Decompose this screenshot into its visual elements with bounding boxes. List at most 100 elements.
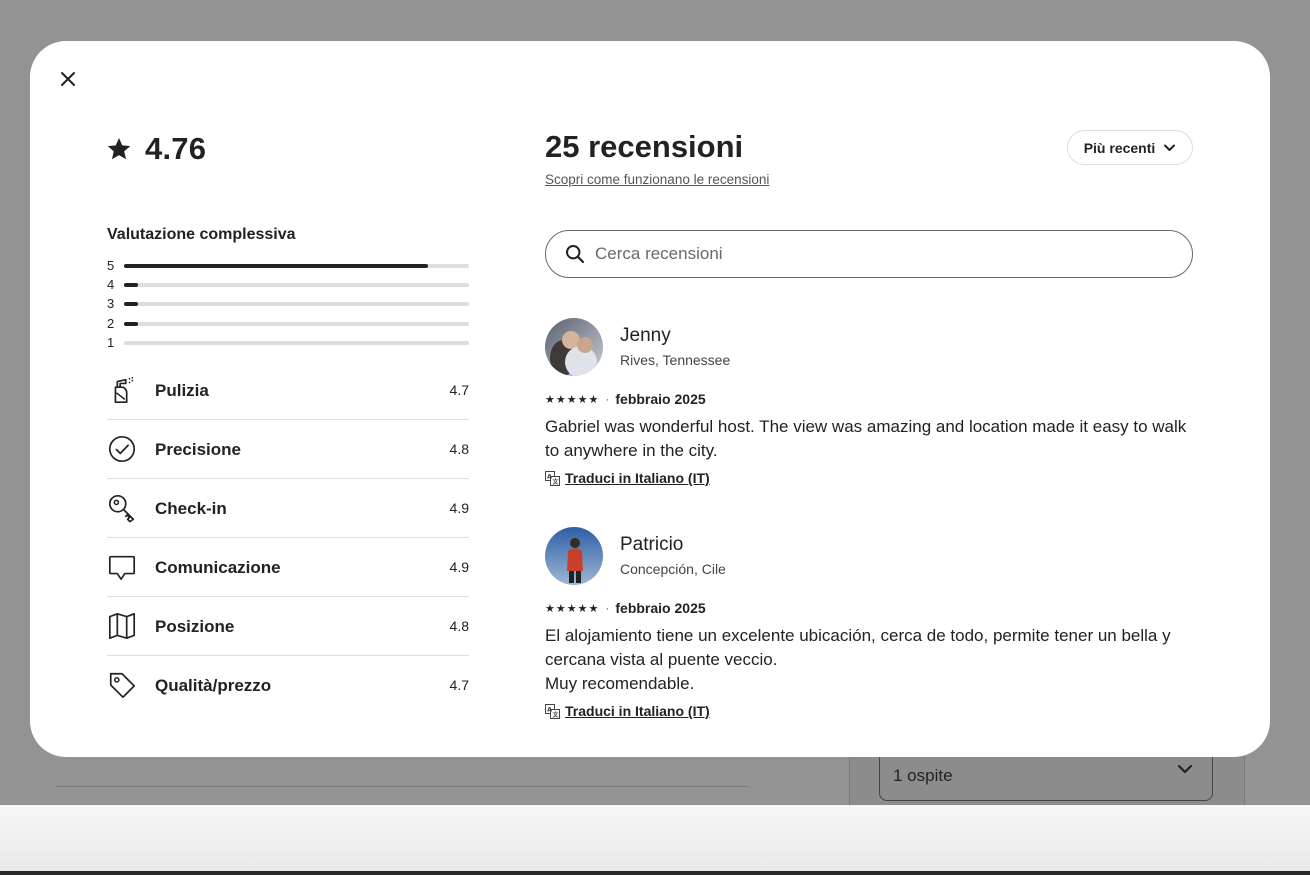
svg-text:文: 文 [552,710,560,718]
close-icon [61,72,75,86]
svg-text:A: A [547,472,552,480]
reviews-count-title: 25 recensioni [545,129,744,164]
translate-icon: A 文 [545,703,560,719]
chat-bubble-icon [107,552,137,582]
category-ratings: Pulizia 4.7 Precisione 4.8 Check-in 4.9 Comuni… [107,361,469,714]
category-value: 4.7 [449,677,469,693]
distribution-star-label: 2 [107,315,115,331]
reviewer-name: Patricio [620,534,684,555]
search-reviews-box[interactable] [545,230,1193,278]
category-label: Pulizia [155,381,209,400]
search-icon [566,245,585,264]
chevron-down-icon [1164,144,1176,151]
svg-text:A: A [547,705,552,713]
translate-button[interactable]: A 文 Traduci in Italiano (IT) [545,703,710,719]
translate-button[interactable]: A 文 Traduci in Italiano (IT) [545,470,710,486]
reviewer-name: Jenny [620,325,671,346]
chevron-down-icon [1176,760,1194,783]
distribution-track [124,321,469,326]
overall-rating-value: 4.76 [145,131,207,166]
translate-icon: A 文 [545,470,560,486]
category-row: Posizione 4.8 [107,597,469,656]
review-stars: ★ ★ ★ ★ ★ [545,393,599,406]
separator-dot: · [605,392,610,406]
sort-label: Più recenti [1083,139,1156,156]
distribution-fill [124,321,138,326]
avatar[interactable] [545,527,603,585]
translate-label: Traduci in Italiano (IT) [565,703,710,719]
review-date: febbraio 2025 [615,600,706,616]
star-icon: ★ [545,602,555,615]
map-icon [107,611,137,641]
distribution-star-label: 4 [107,277,115,293]
review-text: Gabriel was wonderful host. The view was… [545,417,1187,460]
distribution-row: 5 [107,258,469,277]
rating-distribution: 5 4 3 2 1 [107,258,469,354]
category-row: Comunicazione 4.9 [107,538,469,597]
distribution-row: 4 [107,277,469,296]
star-icon [107,137,131,160]
star-icon: ★ [588,393,599,406]
svg-text:文: 文 [552,477,560,485]
overall-rating-header: 4.76 [106,131,206,167]
browser-bottom-bar [0,805,1310,871]
category-row: Precisione 4.8 [107,420,469,479]
section-divider [56,786,749,787]
search-reviews-input[interactable] [595,244,1135,264]
distribution-row: 3 [107,296,469,315]
reviewer-location: Concepción, Cile [620,561,726,577]
category-value: 4.7 [449,382,469,398]
category-value: 4.8 [449,618,469,634]
category-row: Pulizia 4.7 [107,361,469,420]
translate-label: Traduci in Italiano (IT) [565,470,710,486]
price-tag-icon [107,670,137,700]
distribution-row: 1 [107,335,469,354]
overall-rating-label: Valutazione complessiva [107,226,296,243]
category-value: 4.9 [449,500,469,516]
distribution-fill [124,264,428,268]
distribution-track [124,264,469,268]
review-meta: ★ ★ ★ ★ ★ · febbraio 2025 [545,391,706,407]
reviews-modal: 4.76 Valutazione complessiva 5 4 3 2 1 Puliz… [30,41,1270,757]
sort-button[interactable]: Più recenti [1067,130,1193,165]
distribution-fill [124,283,138,288]
spray-bottle-icon [107,375,137,405]
star-icon: ★ [555,602,566,615]
category-label: Qualità/prezzo [155,676,272,695]
distribution-star-label: 5 [107,258,115,273]
star-icon: ★ [577,393,588,406]
category-row: Qualità/prezzo 4.7 [107,656,469,714]
category-label: Posizione [155,617,235,636]
distribution-track [124,283,469,288]
star-icon: ★ [566,393,577,406]
category-row: Check-in 4.9 [107,479,469,538]
star-icon: ★ [566,602,577,615]
guests-select-value: 1 ospite [893,766,953,785]
star-icon: ★ [555,393,566,406]
separator-dot: · [605,601,610,615]
close-button[interactable] [54,65,82,93]
review-stars: ★ ★ ★ ★ ★ [545,602,599,615]
avatar[interactable] [545,318,603,376]
how-reviews-work-link[interactable]: Scopri come funzionano le recensioni [545,172,769,187]
review-item: Patricio Concepción, Cile ★ ★ ★ ★ ★ · febbra… [545,527,1193,727]
category-label: Precisione [155,440,241,459]
bottom-image-strip [0,871,1310,875]
review-text: El alojamiento tiene un excelente ubicac… [545,626,1171,693]
check-circle-icon [107,434,137,464]
key-icon [107,493,137,523]
category-value: 4.9 [449,559,469,575]
distribution-row: 2 [107,316,469,335]
star-icon: ★ [577,602,588,615]
category-label: Check-in [155,499,227,518]
star-icon: ★ [545,393,555,406]
reviewer-location: Rives, Tennessee [620,352,731,368]
distribution-track [124,340,469,345]
distribution-star-label: 1 [107,334,115,350]
category-label: Comunicazione [155,558,281,577]
star-icon: ★ [588,602,599,615]
distribution-fill [124,302,138,307]
review-meta: ★ ★ ★ ★ ★ · febbraio 2025 [545,600,706,616]
category-value: 4.8 [449,441,469,457]
review-date: febbraio 2025 [615,391,706,407]
